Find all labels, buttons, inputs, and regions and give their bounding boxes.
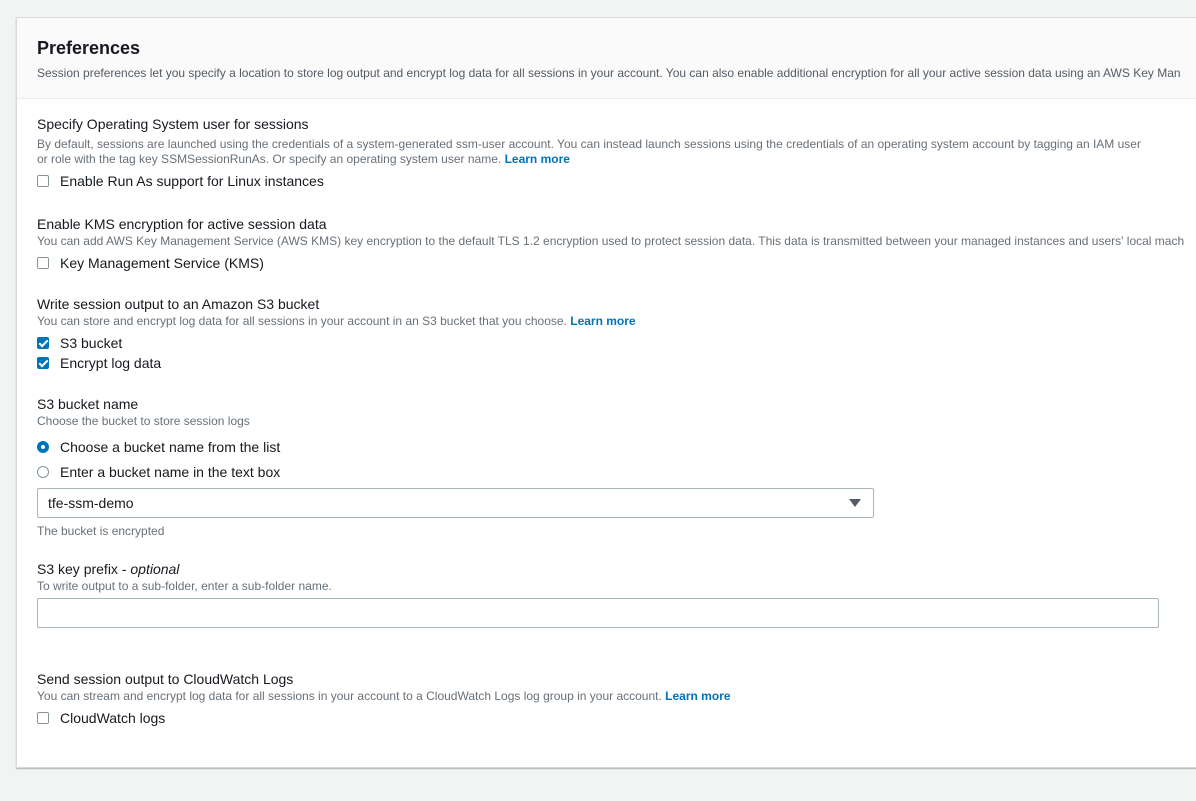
- radio-choose-from-list-label[interactable]: Choose a bucket name from the list: [60, 439, 280, 455]
- run-as-learn-more-link[interactable]: Learn more: [505, 152, 570, 166]
- key-prefix-input[interactable]: [37, 598, 1159, 628]
- s3-learn-more-link[interactable]: Learn more: [570, 314, 635, 328]
- page-title: Preferences: [37, 38, 141, 58]
- preferences-panel: Preferences Session preferences let you …: [16, 17, 1196, 768]
- bucket-name-label: S3 bucket name: [37, 396, 139, 412]
- run-as-description-line2: or role with the tag key SSMSessionRunAs…: [37, 152, 502, 166]
- s3-checkbox-row[interactable]: S3 bucket: [37, 333, 636, 353]
- panel-description: Session preferences let you specify a lo…: [37, 66, 1181, 80]
- encrypt-checkbox-row[interactable]: Encrypt log data: [37, 353, 636, 373]
- run-as-description-line1: By default, sessions are launched using …: [37, 137, 1141, 151]
- cloudwatch-description: You can stream and encrypt log data for …: [37, 689, 662, 703]
- s3-bucket-checkbox[interactable]: [37, 337, 49, 349]
- bucket-encrypted-hint: The bucket is encrypted: [37, 524, 165, 538]
- caret-down-icon: [849, 499, 861, 507]
- kms-checkbox[interactable]: [37, 257, 49, 269]
- key-prefix-label: S3 key prefix - optional: [37, 560, 332, 578]
- bucket-name-description: Choose the bucket to store session logs: [37, 414, 250, 428]
- s3-description: You can store and encrypt log data for a…: [37, 314, 567, 328]
- radio-choose-from-list[interactable]: [37, 441, 49, 453]
- bucket-name-section: S3 bucket name Choose the bucket to stor…: [37, 395, 280, 482]
- run-as-label: Specify Operating System user for sessio…: [37, 116, 309, 132]
- run-as-section: Specify Operating System user for sessio…: [37, 115, 1141, 191]
- cloudwatch-label: Send session output to CloudWatch Logs: [37, 671, 294, 687]
- run-as-checkbox[interactable]: [37, 175, 49, 187]
- key-prefix-section: S3 key prefix - optional To write output…: [37, 560, 332, 594]
- s3-bucket-checkbox-label[interactable]: S3 bucket: [60, 335, 122, 351]
- key-prefix-description: To write output to a sub-folder, enter a…: [37, 579, 332, 593]
- run-as-checkbox-label[interactable]: Enable Run As support for Linux instance…: [60, 173, 324, 189]
- panel-header: Preferences Session preferences let you …: [17, 18, 1196, 99]
- s3-label: Write session output to an Amazon S3 buc…: [37, 296, 320, 312]
- kms-label: Enable KMS encryption for active session…: [37, 216, 327, 232]
- cloudwatch-checkbox[interactable]: [37, 712, 49, 724]
- encrypt-log-checkbox[interactable]: [37, 357, 49, 369]
- bucket-select[interactable]: tfe-ssm-demo: [37, 488, 874, 518]
- radio-enter-text[interactable]: [37, 466, 49, 478]
- bucket-select-value: tfe-ssm-demo: [48, 495, 134, 511]
- key-prefix-label-text: S3 key prefix -: [37, 561, 131, 577]
- cloudwatch-checkbox-label[interactable]: CloudWatch logs: [60, 710, 165, 726]
- cloudwatch-learn-more-link[interactable]: Learn more: [665, 689, 730, 703]
- s3-description-row: You can store and encrypt log data for a…: [37, 314, 636, 329]
- kms-checkbox-label[interactable]: Key Management Service (KMS): [60, 255, 264, 271]
- cloudwatch-description-row: You can stream and encrypt log data for …: [37, 689, 731, 704]
- cloudwatch-checkbox-row[interactable]: CloudWatch logs: [37, 708, 731, 728]
- run-as-checkbox-row[interactable]: Enable Run As support for Linux instance…: [37, 171, 1141, 191]
- kms-section: Enable KMS encryption for active session…: [37, 215, 1184, 273]
- run-as-description: By default, sessions are launched using …: [37, 137, 1141, 167]
- kms-checkbox-row[interactable]: Key Management Service (KMS): [37, 253, 1184, 273]
- radio-list-row[interactable]: Choose a bucket name from the list: [37, 437, 280, 457]
- radio-enter-text-label[interactable]: Enter a bucket name in the text box: [60, 464, 280, 480]
- s3-section: Write session output to an Amazon S3 buc…: [37, 295, 636, 373]
- cloudwatch-section: Send session output to CloudWatch Logs Y…: [37, 670, 731, 728]
- kms-description: You can add AWS Key Management Service (…: [37, 234, 1185, 248]
- key-prefix-optional: optional: [130, 561, 180, 577]
- encrypt-log-checkbox-label[interactable]: Encrypt log data: [60, 355, 161, 371]
- radio-text-row[interactable]: Enter a bucket name in the text box: [37, 462, 280, 482]
